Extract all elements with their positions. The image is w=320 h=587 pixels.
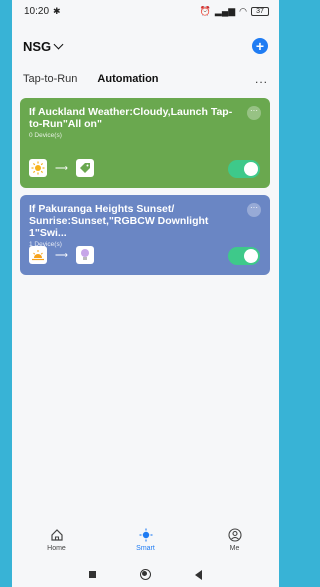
automation-toggle[interactable] [228, 160, 260, 178]
battery-icon: 37 [251, 6, 269, 16]
bulb-icon [75, 246, 94, 264]
automation-card[interactable]: If Auckland Weather:Cloudy,Launch Tap-to… [20, 98, 270, 188]
app-screen: 10:20 ✱ ⏰ ▂▄▆ ◠ 37 NSG + Tap-to-Run Auto… [12, 0, 279, 587]
arrow-right-icon: ⟶ [55, 162, 68, 173]
automation-card[interactable]: If Pakuranga Heights Sunset/ Sunrise:Sun… [20, 195, 270, 275]
home-button-icon[interactable] [140, 569, 151, 580]
device-count: 0 Device(s) [29, 132, 62, 139]
signal-icon: ▂▄▆ [214, 5, 236, 16]
bottom-nav: Home Smart Me [12, 522, 279, 558]
header: NSG + [12, 34, 279, 58]
back-icon[interactable] [195, 569, 202, 580]
sunset-icon [29, 246, 47, 264]
system-navigation-bar [12, 562, 279, 587]
smart-icon [139, 528, 152, 542]
bluetooth-icon: ✱ [53, 5, 61, 16]
tag-icon [75, 159, 94, 177]
tab-tap-to-run[interactable]: Tap-to-Run [23, 73, 77, 85]
card-more-button[interactable]: ··· [247, 106, 261, 120]
automation-title: If Pakuranga Heights Sunset/ Sunrise:Sun… [29, 203, 209, 239]
alarm-icon: ⏰ [199, 5, 211, 16]
add-button[interactable]: + [252, 38, 268, 54]
automation-title: If Auckland Weather:Cloudy,Launch Tap-to… [29, 106, 233, 130]
wifi-icon: ◠ [239, 5, 247, 16]
chevron-down-icon [53, 39, 64, 49]
tab-bar: Tap-to-Run Automation ... [12, 68, 279, 90]
tab-automation[interactable]: Automation [97, 73, 158, 85]
nav-home[interactable]: Home [27, 528, 87, 552]
weather-icon [29, 159, 47, 177]
home-name: NSG [23, 38, 52, 54]
card-more-button[interactable]: ··· [247, 203, 261, 217]
home-icon [50, 529, 63, 541]
more-options-button[interactable]: ... [255, 72, 268, 86]
nav-me[interactable]: Me [205, 528, 265, 552]
nav-home-label: Home [47, 545, 66, 552]
status-bar: 10:20 ✱ ⏰ ▂▄▆ ◠ 37 [12, 0, 279, 22]
nav-me-label: Me [229, 545, 240, 552]
home-selector[interactable]: NSG [23, 38, 64, 54]
profile-icon [227, 528, 242, 542]
recents-icon[interactable] [89, 571, 96, 578]
status-time: 10:20 [24, 5, 50, 17]
nav-smart[interactable]: Smart [116, 528, 176, 552]
arrow-right-icon: ⟶ [55, 249, 68, 260]
automation-toggle[interactable] [228, 247, 260, 265]
nav-smart-label: Smart [136, 545, 155, 552]
